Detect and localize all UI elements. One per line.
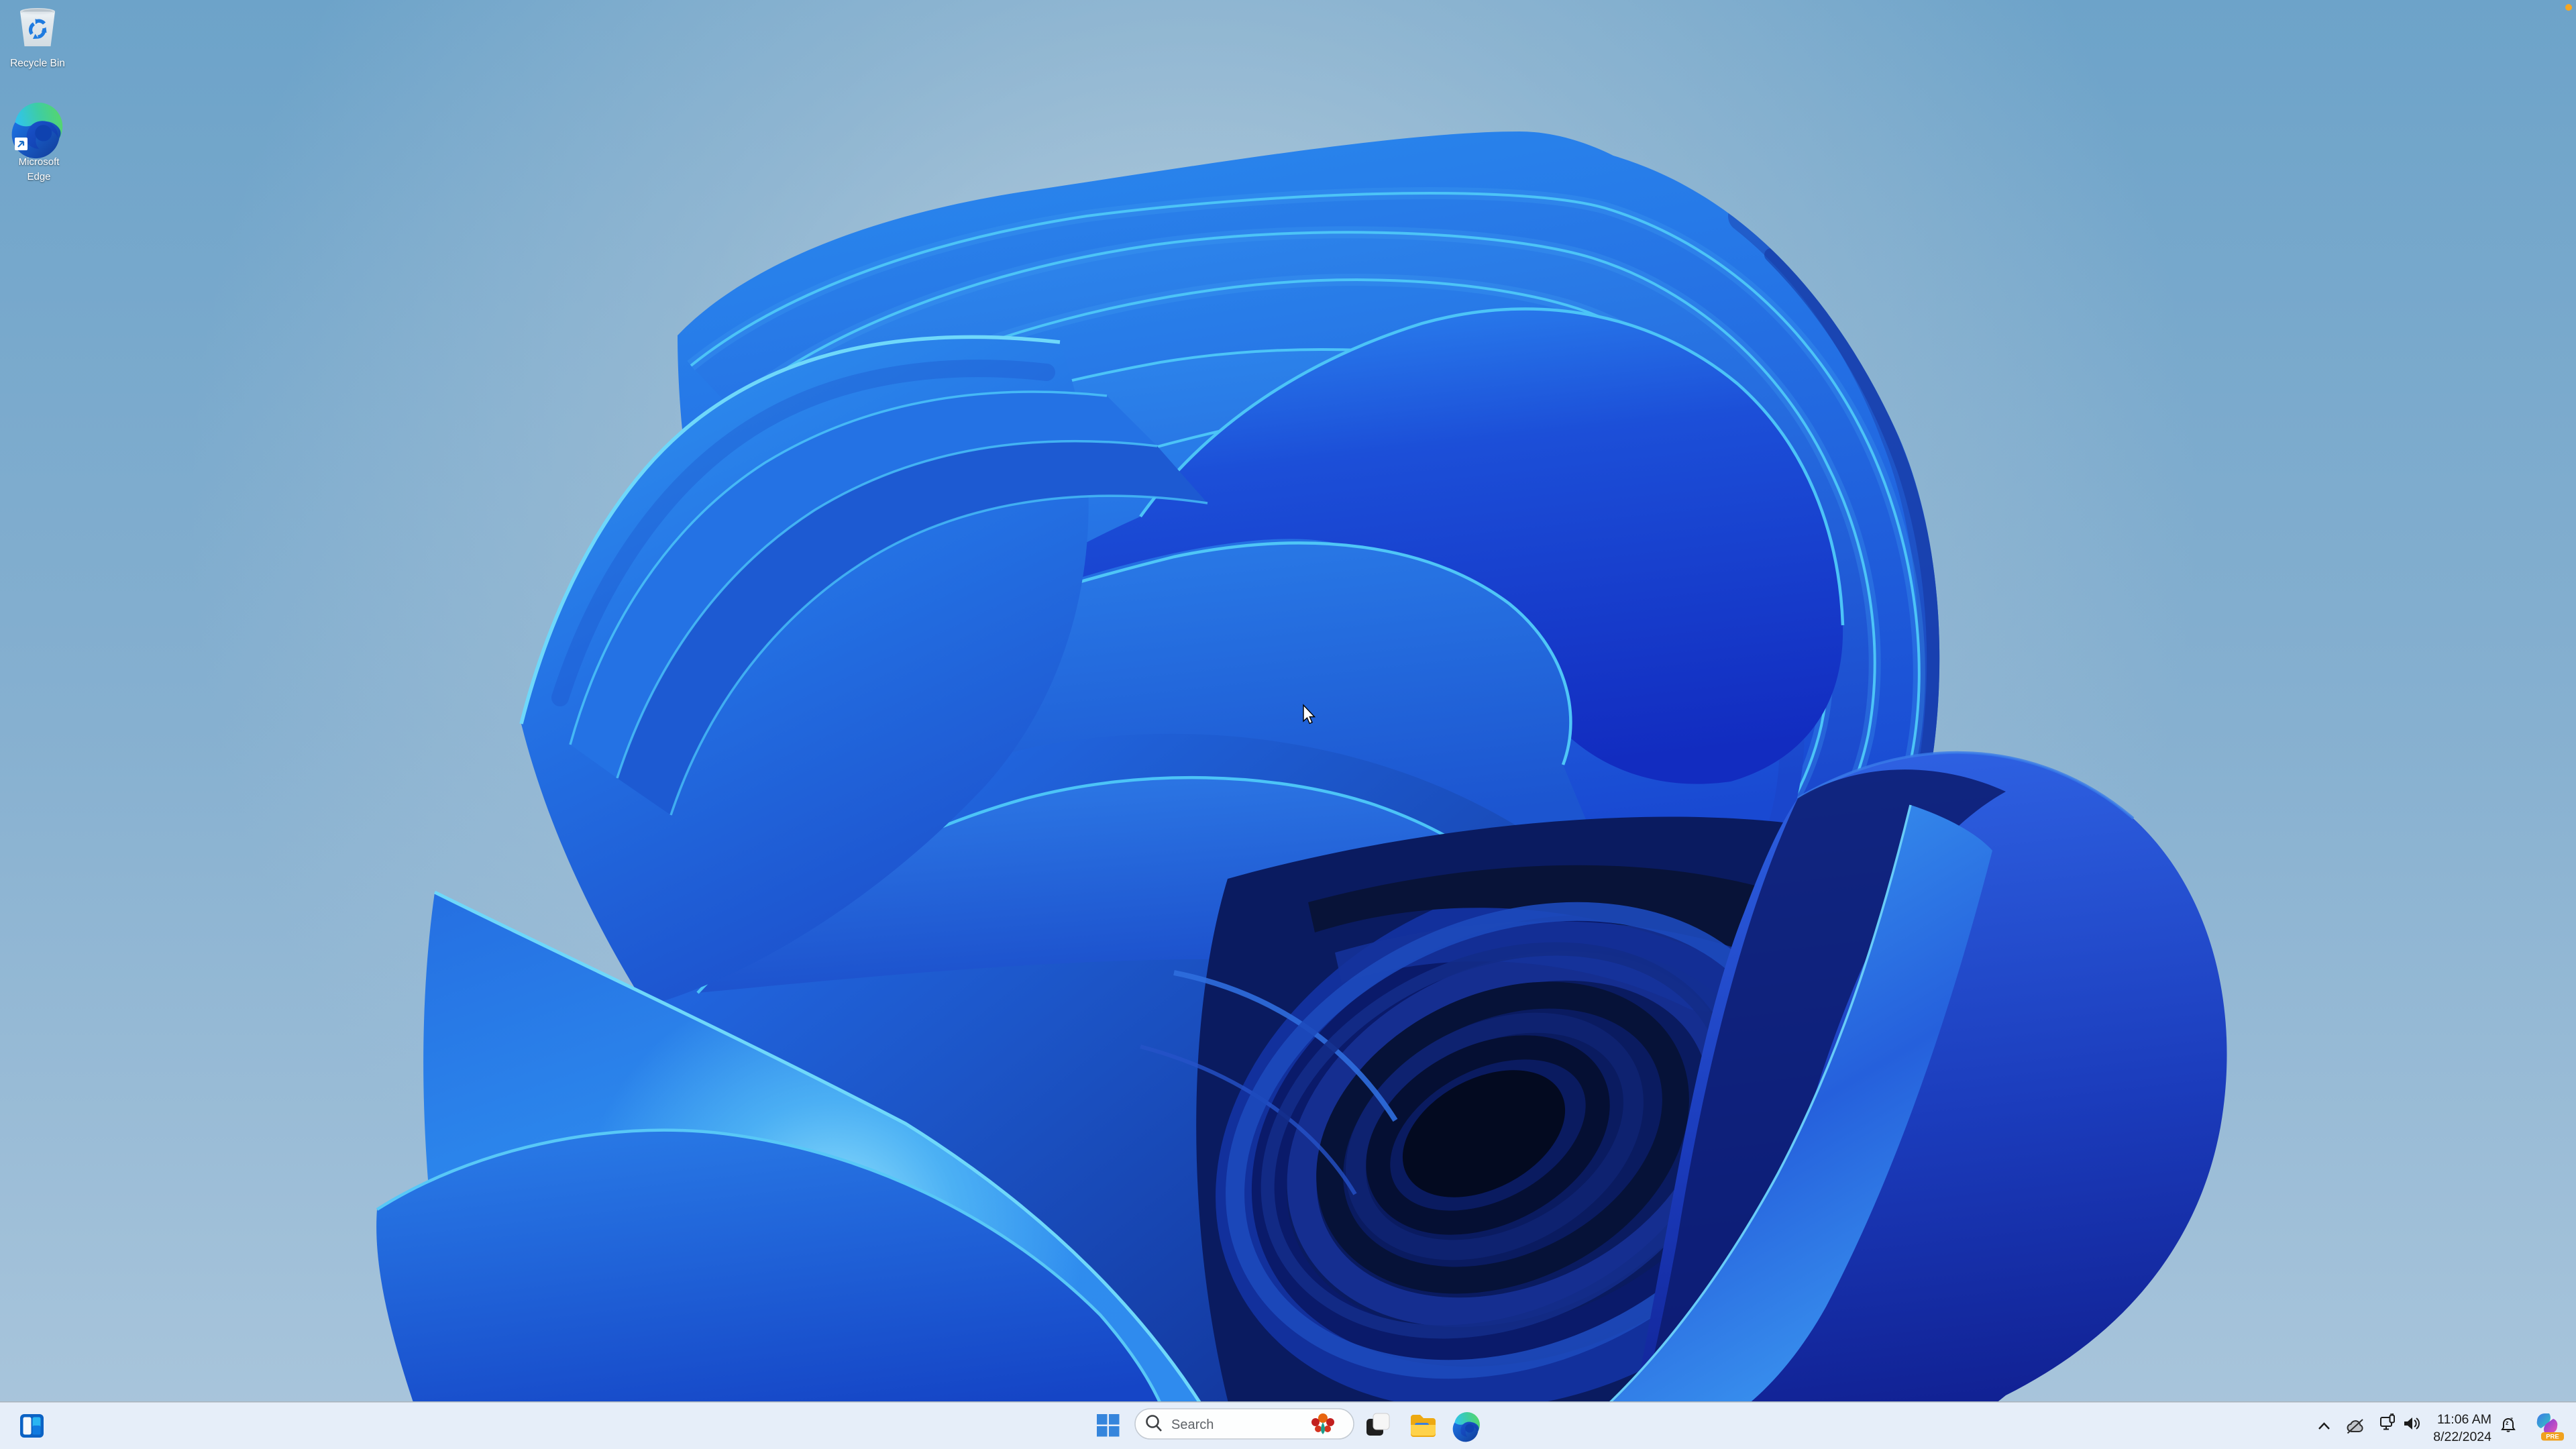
svg-text:z: z	[2506, 1419, 2509, 1426]
svg-text:Recycle Bin: Recycle Bin	[10, 58, 65, 69]
svg-text:11:06 AM: 11:06 AM	[2437, 1412, 2491, 1427]
svg-text:Edge: Edge	[27, 171, 50, 182]
svg-text:PRE: PRE	[2546, 1434, 2559, 1441]
svg-text:8/22/2024: 8/22/2024	[2433, 1430, 2491, 1444]
svg-text:Microsoft: Microsoft	[19, 156, 60, 168]
svg-text:Search: Search	[1171, 1417, 1214, 1432]
svg-text:z: z	[2510, 1416, 2513, 1422]
